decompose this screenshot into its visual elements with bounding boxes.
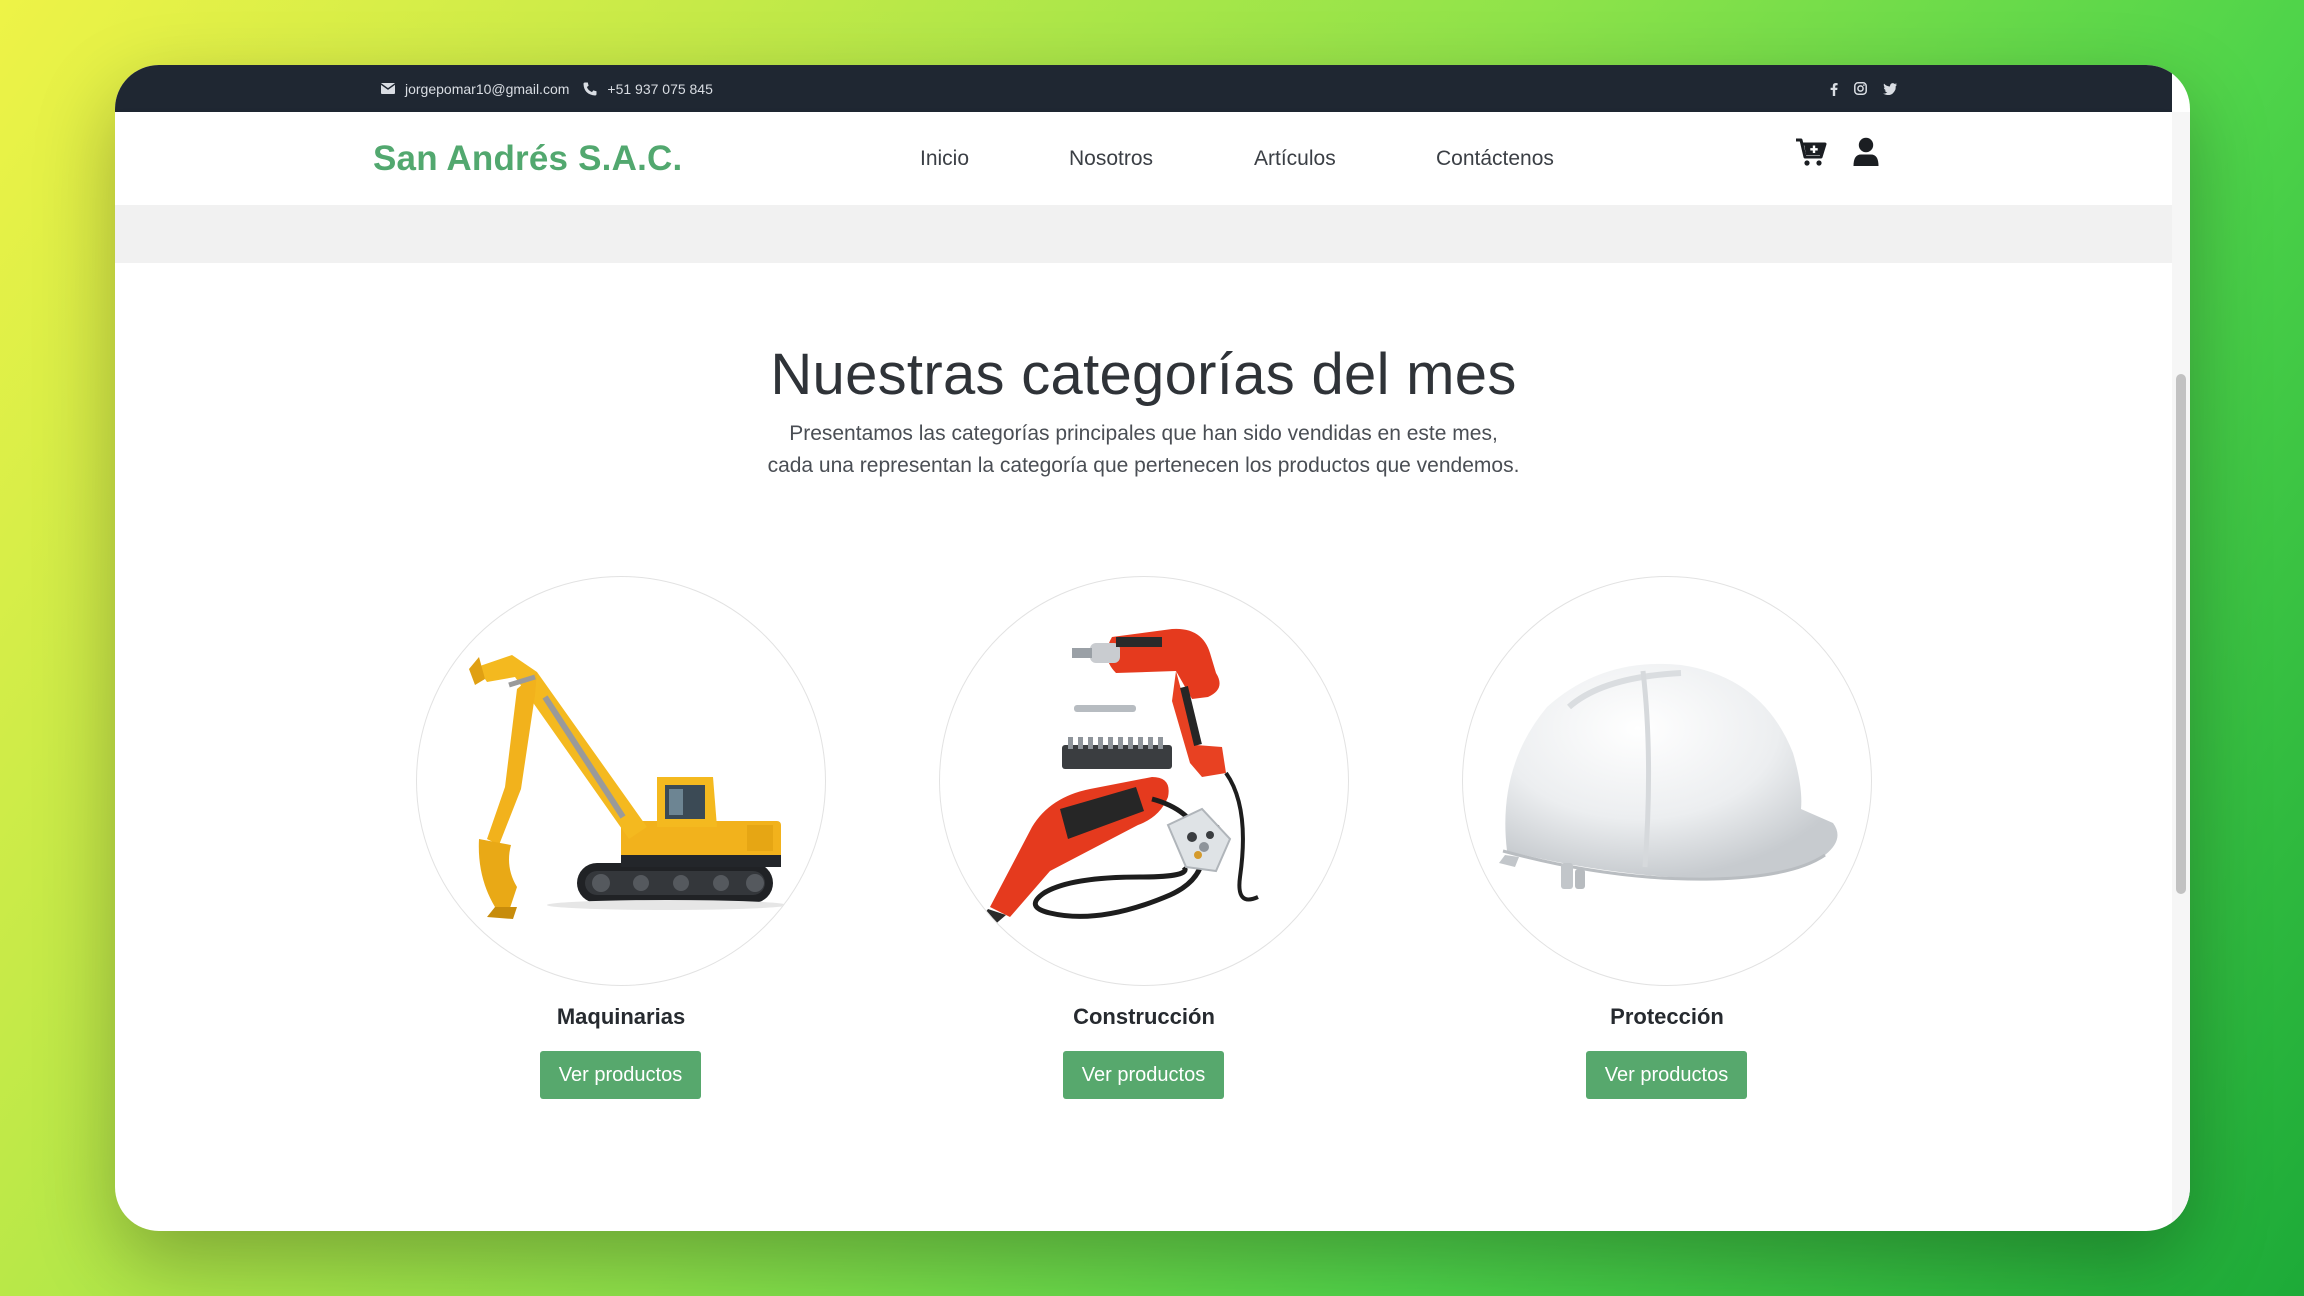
main-navbar: San Andrés S.A.C. Inicio Nosotros Artícu…: [115, 112, 2172, 205]
contact-info: jorgepomar10@gmail.com +51 937 075 845: [381, 65, 713, 112]
twitter-icon[interactable]: [1883, 82, 1897, 95]
email-text: jorgepomar10@gmail.com: [405, 80, 570, 97]
ver-productos-button-construccion[interactable]: Ver productos: [1063, 1051, 1224, 1099]
excavator-image: [416, 576, 826, 986]
power-tools-image: [939, 576, 1349, 986]
social-links: [1830, 65, 1897, 112]
ver-productos-button-proteccion[interactable]: Ver productos: [1586, 1051, 1747, 1099]
nav-icons: [1795, 137, 1879, 172]
instagram-icon[interactable]: [1854, 82, 1867, 95]
phone-contact[interactable]: +51 937 075 845: [583, 81, 713, 97]
phone-text: +51 937 075 845: [607, 80, 713, 97]
top-contact-bar: jorgepomar10@gmail.com +51 937 075 845: [115, 65, 2172, 112]
hero-band: [115, 205, 2172, 263]
email-contact[interactable]: jorgepomar10@gmail.com: [381, 81, 569, 97]
nav-item-contactenos[interactable]: Contáctenos: [1436, 147, 1554, 171]
section-title: Nuestras categorías del mes: [770, 342, 1517, 407]
category-name: Protección: [1610, 1004, 1724, 1029]
facebook-icon[interactable]: [1830, 82, 1838, 96]
cart-icon[interactable]: [1795, 137, 1827, 172]
category-card-maquinarias: Maquinarias Ver productos: [416, 576, 826, 1099]
category-card-proteccion: Protección Ver productos: [1462, 576, 1872, 1099]
nav-item-inicio[interactable]: Inicio: [920, 147, 969, 171]
subtitle-line-1: Presentamos las categorías principales q…: [789, 422, 1498, 445]
envelope-icon: [381, 83, 395, 94]
category-card-construccion: Construcción Ver productos: [939, 576, 1349, 1099]
nav-item-articulos[interactable]: Artículos: [1254, 147, 1336, 171]
ver-productos-button-maquinarias[interactable]: Ver productos: [540, 1051, 701, 1099]
category-name: Maquinarias: [556, 1004, 686, 1029]
nav-item-nosotros[interactable]: Nosotros: [1069, 147, 1153, 171]
browser-window: jorgepomar10@gmail.com +51 937 075 845 S…: [115, 65, 2190, 1231]
section-subtitle: Presentamos las categorías principales q…: [115, 418, 2172, 482]
phone-icon: [583, 82, 597, 96]
user-icon[interactable]: [1853, 137, 1879, 172]
hard-hat-image: [1462, 576, 1872, 986]
page-scrollbar[interactable]: [2172, 112, 2190, 1231]
subtitle-line-2: cada una representan la categoría que pe…: [767, 454, 1520, 477]
scrollbar-thumb[interactable]: [2176, 374, 2186, 894]
category-name: Construcción: [1073, 1004, 1215, 1029]
